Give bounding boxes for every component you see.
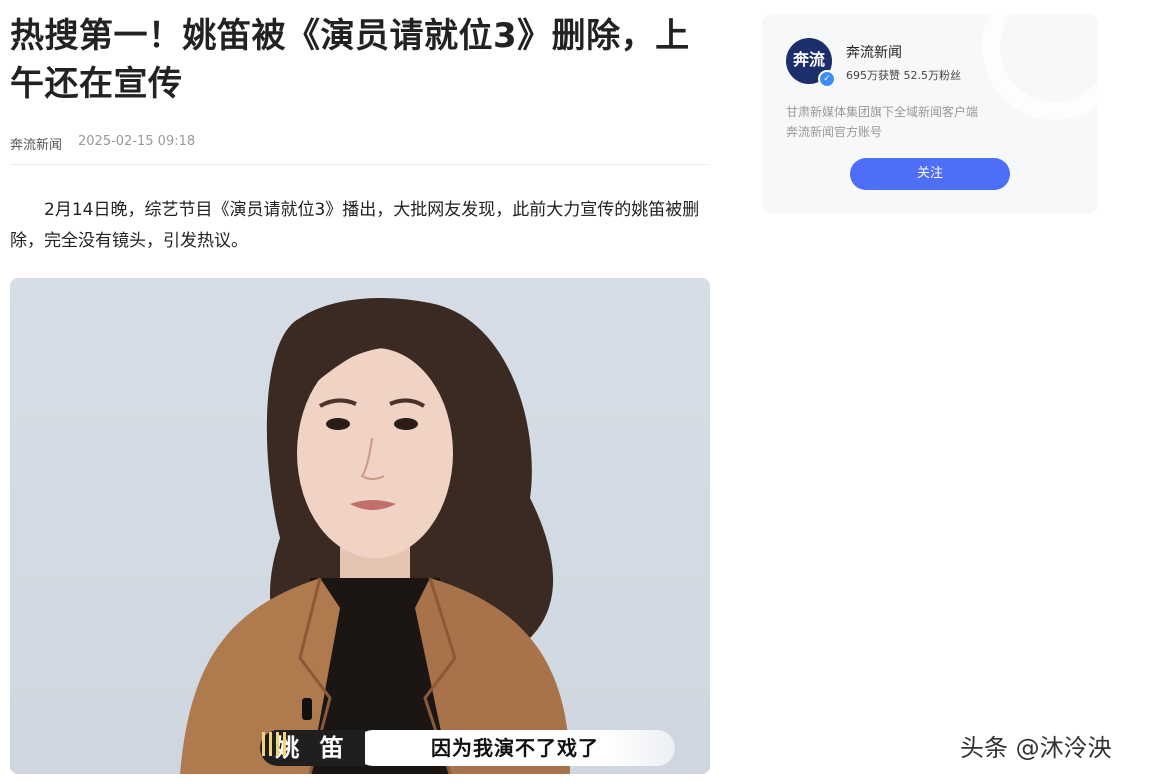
article-image[interactable]: 因为我演不了戏了 姚 笛 (10, 278, 710, 774)
subtitle-stripes-icon (262, 732, 286, 756)
verified-badge-icon: ✓ (818, 70, 836, 88)
subtitle-quote: 因为我演不了戏了 (355, 730, 675, 766)
follow-button[interactable]: 关注 (850, 158, 1010, 190)
subtitle-bar: 因为我演不了戏了 姚 笛 (260, 730, 690, 766)
article-meta: 奔流新闻 2025-02-15 09:18 (10, 134, 710, 165)
watermark: 头条 @沐泠泱 (960, 734, 1112, 762)
author-description-line2: 奔流新闻官方账号 (786, 125, 883, 139)
page: 热搜第一！姚笛被《演员请就位3》删除，上午还在宣传 奔流新闻 2025-02-1… (0, 0, 1168, 784)
author-description-line1: 甘肃新媒体集团旗下全域新闻客户端 (786, 105, 979, 119)
article-source[interactable]: 奔流新闻 (10, 134, 62, 153)
portrait-illustration (180, 298, 570, 774)
article-title: 热搜第一！姚笛被《演员请就位3》删除，上午还在宣传 (10, 16, 690, 104)
article-time: 2025-02-15 09:18 (78, 134, 196, 149)
author-card: 奔流 ✓ 奔流新闻 695万获赞 52.5万粉丝 甘肃新媒体集团旗下全域新闻客户… (762, 14, 1098, 214)
author-name[interactable]: 奔流新闻 (846, 42, 902, 62)
article-paragraph: 2月14日晚，综艺节目《演员请就位3》播出，大批网友发现，此前大力宣传的姚笛被删… (10, 200, 700, 251)
author-description: 甘肃新媒体集团旗下全域新闻客户端 奔流新闻官方账号 (786, 102, 1036, 142)
author-stats: 695万获赞 52.5万粉丝 (846, 69, 961, 82)
